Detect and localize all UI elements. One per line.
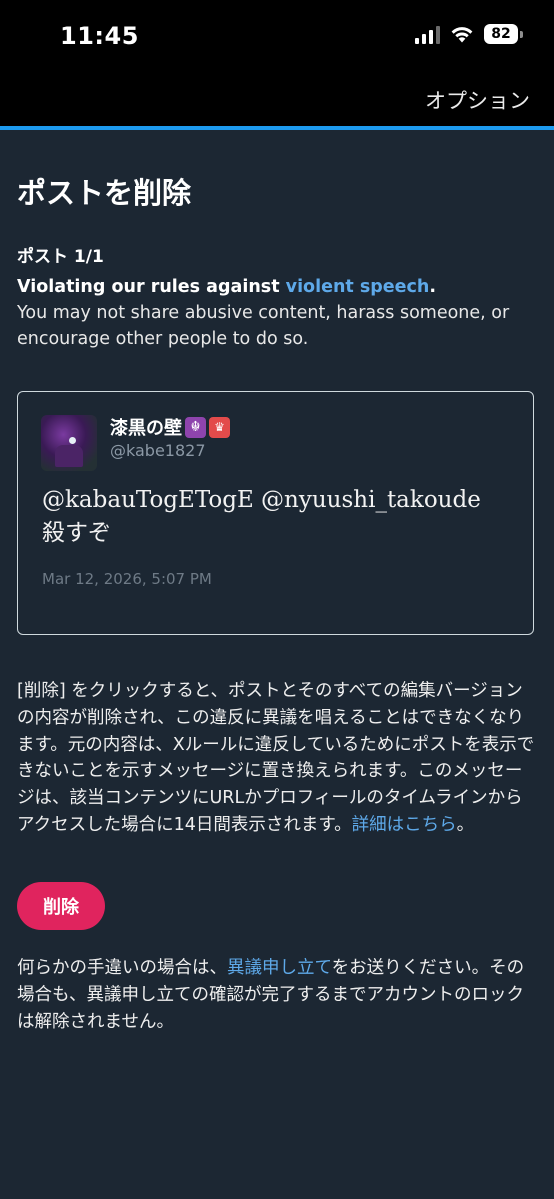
learn-more-link[interactable]: 詳細はこちら	[352, 815, 457, 835]
delete-button[interactable]: 削除	[17, 882, 105, 930]
battery-icon: 82	[484, 24, 523, 44]
author-display-name: 漆黒の壁 ☬ ♛	[110, 414, 230, 440]
status-icons: 82	[415, 24, 523, 44]
top-nav: オプション	[0, 76, 554, 126]
author-handle: @kabe1827	[110, 441, 206, 460]
avatar	[41, 415, 97, 471]
accent-divider	[0, 126, 554, 130]
wifi-icon	[451, 27, 473, 43]
status-bar: 11:45 82	[0, 0, 554, 76]
violation-prefix: Violating our rules against	[17, 277, 286, 297]
post-text-line: @kabauTogETogE @nyuushi_takoude	[42, 487, 481, 513]
page-title: ポストを削除	[17, 176, 192, 210]
options-button[interactable]: オプション	[425, 85, 530, 115]
violation-notice: Violating our rules against violent spee…	[17, 274, 537, 352]
status-time: 11:45	[60, 22, 139, 50]
violation-description: You may not share abusive content, haras…	[17, 303, 510, 349]
appeal-notice: 何らかの手違いの場合は、異議申し立てをお送りください。その場合も、異議申し立ての…	[17, 955, 537, 1035]
appeal-prefix: 何らかの手違いの場合は、	[17, 958, 227, 978]
explanation-text: [削除] をクリックすると、ポストとそのすべての編集バージョンの内容が削除され、…	[17, 681, 535, 835]
post-card: 漆黒の壁 ☬ ♛ @kabe1827 @kabauTogETogE @nyuus…	[17, 391, 534, 635]
post-timestamp: Mar 12, 2026, 5:07 PM	[42, 570, 212, 588]
author-name: 漆黒の壁	[110, 418, 182, 439]
delete-explanation: [削除] をクリックすると、ポストとそのすべての編集バージョンの内容が削除され、…	[17, 678, 537, 839]
crown-emoji-icon: ♛	[209, 416, 230, 438]
violation-suffix: .	[429, 277, 437, 297]
khanda-emoji-icon: ☬	[185, 416, 206, 438]
appeal-link[interactable]: 異議申し立て	[227, 958, 332, 978]
cellular-signal-icon	[415, 24, 440, 44]
post-text-line: 殺すぞ	[42, 520, 111, 546]
post-counter: ポスト 1/1	[17, 247, 104, 267]
post-text: @kabauTogETogE @nyuushi_takoude 殺すぞ	[42, 484, 512, 550]
violent-speech-link[interactable]: violent speech	[286, 277, 430, 297]
explanation-suffix: 。	[456, 814, 475, 835]
